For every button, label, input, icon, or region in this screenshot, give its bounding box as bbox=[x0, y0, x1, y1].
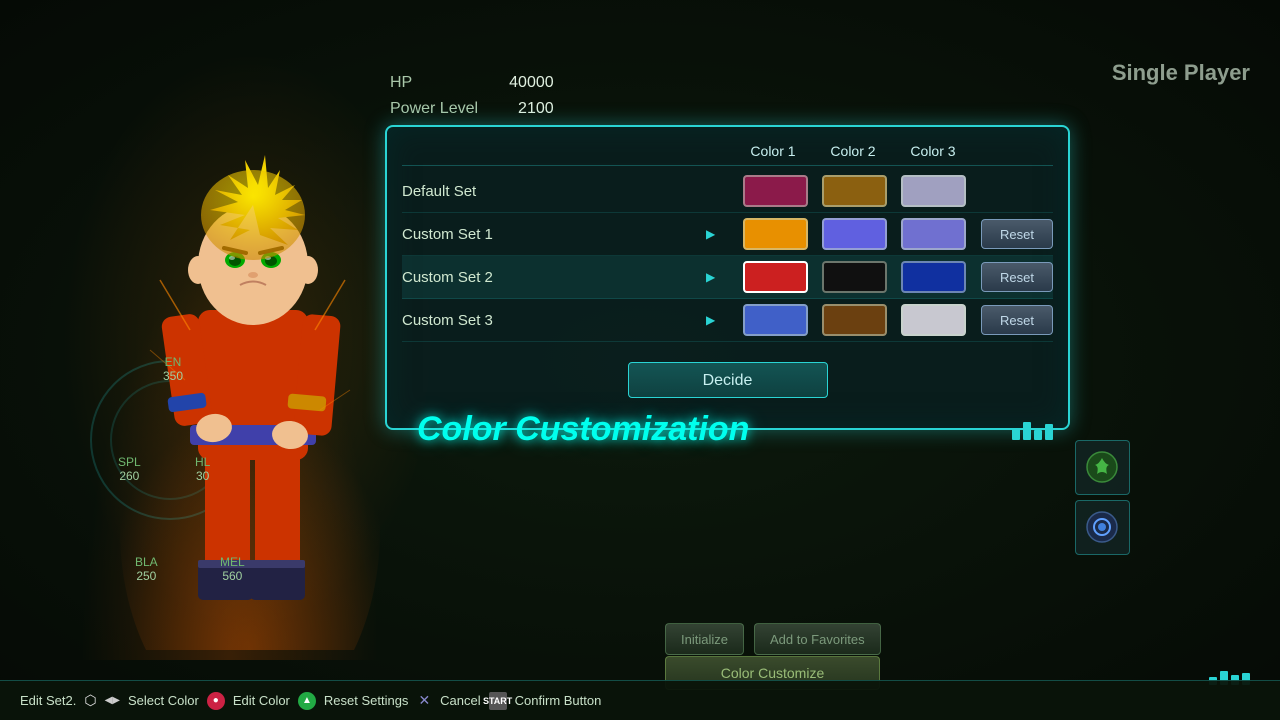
music-bar bbox=[1045, 424, 1053, 440]
triangle-icon: ▲ bbox=[298, 692, 316, 710]
dpad-icon: ⬡ bbox=[84, 692, 96, 709]
add-favorites-button[interactable]: Add to Favorites bbox=[754, 623, 881, 655]
panel-bottom: Color Customization bbox=[387, 406, 1068, 449]
instr-reset-settings: Reset Settings bbox=[324, 693, 409, 708]
player-name: Single Player bbox=[1112, 60, 1250, 86]
player-info: Single Player bbox=[1112, 60, 1250, 86]
color3-swatch-2[interactable] bbox=[901, 261, 966, 293]
row-arrow-3: ▶ bbox=[706, 313, 736, 327]
spl-stat: SPL 260 bbox=[118, 455, 141, 483]
reset-btn-3[interactable]: Reset bbox=[981, 305, 1053, 335]
color-row-3[interactable]: Custom Set 3 ▶ Reset bbox=[402, 299, 1053, 342]
instr-select-color: Select Color bbox=[128, 693, 199, 708]
reset-btn-1[interactable]: Reset bbox=[981, 219, 1053, 249]
row-arrow-1: ▶ bbox=[706, 227, 736, 241]
col3-header: Color 3 bbox=[893, 143, 973, 159]
power-level-label: Power Level bbox=[390, 96, 478, 122]
reset-btn-2[interactable]: Reset bbox=[981, 262, 1053, 292]
instr-cancel: Cancel bbox=[440, 693, 480, 708]
color1-swatch-1[interactable] bbox=[743, 218, 808, 250]
mel-stat: MEL 560 bbox=[220, 555, 245, 583]
instr-edit-color: Edit Color bbox=[233, 693, 290, 708]
color1-swatch-0[interactable] bbox=[743, 175, 808, 207]
row-name-3: Custom Set 3 bbox=[402, 312, 706, 329]
color-panel: Color 1 Color 2 Color 3 Default Set Cust… bbox=[385, 125, 1070, 430]
instr-confirm: Confirm Button bbox=[515, 693, 602, 708]
color-rows: Default Set Custom Set 1 ▶ Reset Custom … bbox=[402, 170, 1053, 342]
skill-icons bbox=[1075, 440, 1130, 555]
color-row-2[interactable]: Custom Set 2 ▶ Reset bbox=[402, 256, 1053, 299]
skill-icon-2 bbox=[1075, 500, 1130, 555]
skill-icon-1 bbox=[1075, 440, 1130, 495]
col2-header: Color 2 bbox=[813, 143, 893, 159]
en-stat: EN 350 bbox=[163, 355, 183, 383]
music-bar bbox=[1034, 430, 1042, 440]
decide-button[interactable]: Decide bbox=[628, 362, 828, 398]
color2-swatch-2[interactable] bbox=[822, 261, 887, 293]
color2-swatch-1[interactable] bbox=[822, 218, 887, 250]
hl-stat: HL 30 bbox=[195, 455, 210, 483]
bla-stat: BLA 250 bbox=[135, 555, 158, 583]
instruction-bar: Edit Set2. ⬡ ◀▶ Select Color ● Edit Colo… bbox=[0, 680, 1280, 720]
music-bar bbox=[1012, 428, 1020, 440]
power-level-value: 2100 bbox=[518, 96, 554, 122]
initialize-button[interactable]: Initialize bbox=[665, 623, 744, 655]
music-bar bbox=[1023, 422, 1031, 440]
color-row-0[interactable]: Default Set bbox=[402, 170, 1053, 213]
circle-icon: ● bbox=[207, 692, 225, 710]
bottom-buttons: Initialize Add to Favorites bbox=[665, 623, 881, 655]
color1-swatch-3[interactable] bbox=[743, 304, 808, 336]
start-icon: START bbox=[489, 692, 507, 710]
color-table: Color 1 Color 2 Color 3 Default Set Cust… bbox=[387, 127, 1068, 352]
table-header: Color 1 Color 2 Color 3 bbox=[402, 137, 1053, 166]
stats-area: HP 40000 Power Level 2100 bbox=[390, 70, 554, 121]
color3-swatch-3[interactable] bbox=[901, 304, 966, 336]
arrow-icons: ◀▶ bbox=[105, 695, 120, 706]
cross-icon: ✕ bbox=[418, 692, 430, 709]
hp-label: HP bbox=[390, 70, 412, 96]
cc-title: Color Customization bbox=[402, 410, 764, 449]
color2-swatch-3[interactable] bbox=[822, 304, 887, 336]
hp-value: 40000 bbox=[509, 70, 554, 96]
color1-swatch-2[interactable] bbox=[743, 261, 808, 293]
col1-header: Color 1 bbox=[733, 143, 813, 159]
color-row-1[interactable]: Custom Set 1 ▶ Reset bbox=[402, 213, 1053, 256]
instruction-prefix: Edit Set2. bbox=[20, 693, 76, 708]
color2-swatch-0[interactable] bbox=[822, 175, 887, 207]
row-name-0: Default Set bbox=[402, 183, 706, 200]
row-name-2: Custom Set 2 bbox=[402, 269, 706, 286]
row-name-1: Custom Set 1 bbox=[402, 226, 706, 243]
music-bars-icon bbox=[1012, 420, 1053, 440]
color3-swatch-1[interactable] bbox=[901, 218, 966, 250]
color3-swatch-0[interactable] bbox=[901, 175, 966, 207]
row-arrow-2: ▶ bbox=[706, 270, 736, 284]
